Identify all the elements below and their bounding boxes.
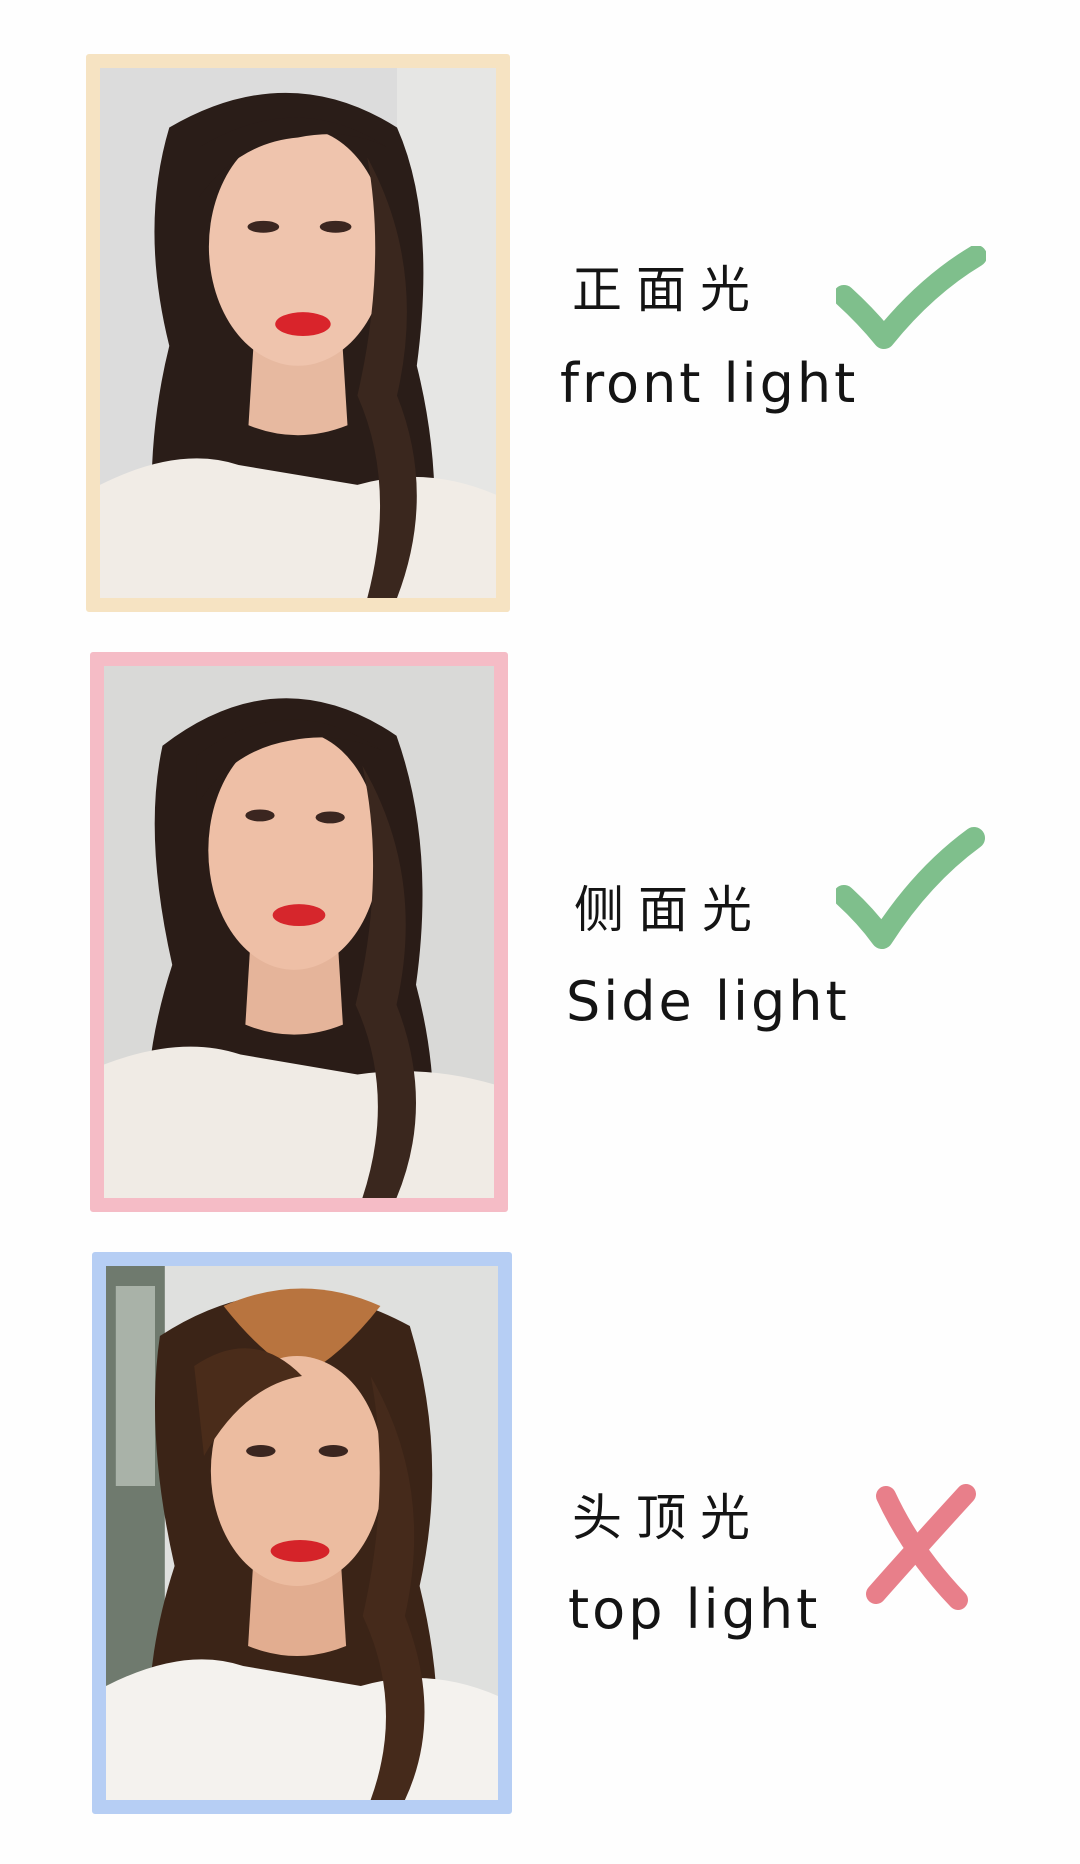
cross-mark-icon xyxy=(866,1484,976,1610)
label-cn-side-light: 侧面光 xyxy=(574,881,766,939)
label-en-side-light: Side light xyxy=(566,970,850,1033)
photo-frame-top-light xyxy=(92,1252,512,1814)
label-cn-front-light: 正面光 xyxy=(572,261,764,319)
portrait-photo-front-light xyxy=(100,68,496,598)
label-cn-top-light: 头顶光 xyxy=(572,1489,764,1547)
check-mark-icon xyxy=(836,246,986,349)
label-en-front-light: front light xyxy=(560,352,859,415)
check-mark-icon xyxy=(836,827,985,949)
portrait-photo-side-light xyxy=(104,666,494,1198)
portrait-photo-top-light xyxy=(106,1266,498,1800)
label-en-top-light: top light xyxy=(568,1578,821,1641)
photo-frame-front-light xyxy=(86,54,510,612)
photo-frame-side-light xyxy=(90,652,508,1212)
